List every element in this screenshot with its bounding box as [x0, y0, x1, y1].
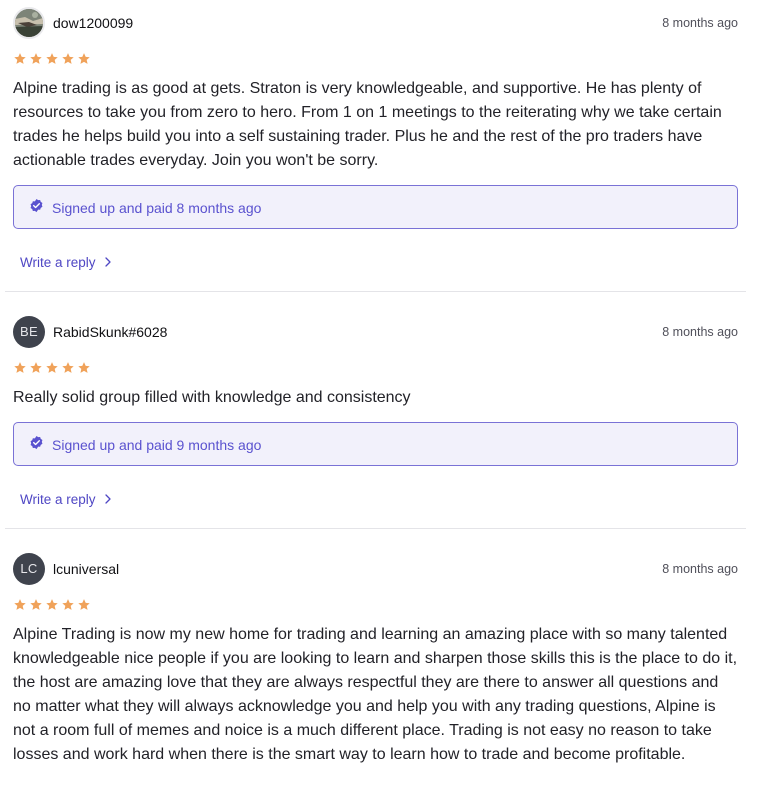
- review-feed: dow1200099 8 months ago Alpine trading i…: [0, 0, 767, 795]
- star-icon: [30, 53, 42, 64]
- review-header: BE RabidSkunk#6028 8 months ago: [13, 316, 738, 348]
- star-icon: [78, 362, 90, 373]
- star-icon: [78, 599, 90, 610]
- star-rating: [13, 598, 738, 614]
- purchase-badge-text: Signed up and paid 8 months ago: [52, 200, 262, 216]
- review-card: dow1200099 8 months ago Alpine trading i…: [13, 7, 738, 271]
- star-icon: [46, 599, 58, 610]
- star-rating: [13, 52, 738, 68]
- star-icon: [30, 599, 42, 610]
- author-name[interactable]: RabidSkunk#6028: [53, 324, 167, 340]
- chevron-right-icon[interactable]: [104, 257, 112, 267]
- avatar[interactable]: [13, 7, 45, 39]
- review-text: Really solid group filled with knowledge…: [13, 389, 411, 406]
- star-icon: [62, 53, 74, 64]
- review-divider: [5, 291, 746, 292]
- star-icon: [78, 53, 90, 64]
- star-icon: [62, 362, 74, 373]
- verified-check-icon: [30, 435, 43, 450]
- avatar[interactable]: BE: [13, 316, 45, 348]
- review-header: dow1200099 8 months ago: [13, 7, 738, 39]
- review-header: LC lcuniversal 8 months ago: [13, 553, 738, 585]
- star-icon: [46, 362, 58, 373]
- review-card: LC lcuniversal 8 months ago Alpine Tradi…: [13, 553, 738, 767]
- review-card: BE RabidSkunk#6028 8 months ago Really s…: [13, 316, 738, 508]
- purchase-badge: Signed up and paid 9 months ago: [13, 422, 738, 466]
- review-timestamp: 8 months ago: [662, 16, 738, 30]
- author-name[interactable]: lcuniversal: [53, 561, 119, 577]
- purchase-badge-text: Signed up and paid 9 months ago: [52, 437, 262, 453]
- star-icon: [14, 53, 26, 64]
- star-icon: [14, 362, 26, 373]
- write-reply-link[interactable]: Write a reply: [20, 255, 96, 270]
- star-icon: [62, 599, 74, 610]
- review-timestamp: 8 months ago: [662, 562, 738, 576]
- star-icon: [46, 53, 58, 64]
- author-name[interactable]: dow1200099: [53, 15, 133, 31]
- review-text: Alpine Trading is now my new home for tr…: [13, 626, 738, 763]
- chevron-right-icon[interactable]: [104, 494, 112, 504]
- avatar[interactable]: LC: [13, 553, 45, 585]
- star-icon: [14, 599, 26, 610]
- star-icon: [30, 362, 42, 373]
- review-divider: [5, 528, 746, 529]
- reply-action[interactable]: Write a reply: [13, 253, 738, 271]
- star-rating: [13, 361, 738, 377]
- review-text: Alpine trading is as good at gets. Strat…: [13, 80, 722, 169]
- review-timestamp: 8 months ago: [662, 325, 738, 339]
- reply-action[interactable]: Write a reply: [13, 490, 738, 508]
- verified-check-icon: [30, 198, 43, 213]
- write-reply-link[interactable]: Write a reply: [20, 492, 96, 507]
- purchase-badge: Signed up and paid 8 months ago: [13, 185, 738, 229]
